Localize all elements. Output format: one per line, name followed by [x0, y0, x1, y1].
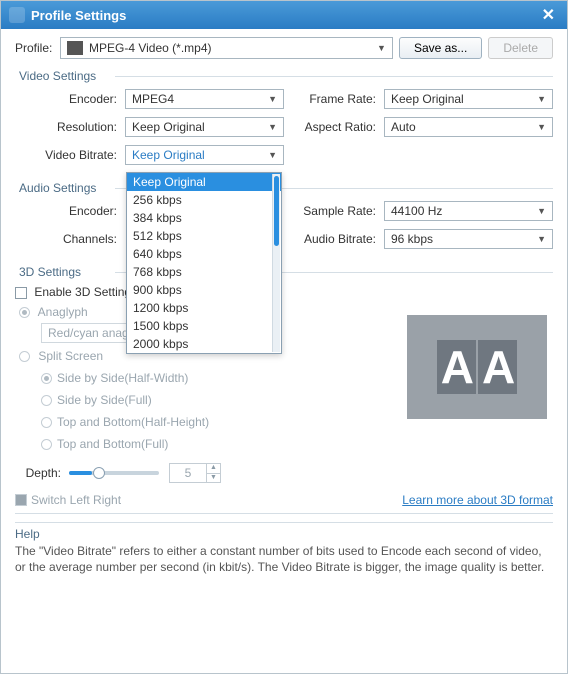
audio-encoder-label: Encoder: — [15, 204, 125, 218]
slider-thumb[interactable] — [93, 467, 105, 479]
depth-spinner: 5 ▲▼ — [169, 463, 221, 483]
chevron-down-icon: ▼ — [268, 150, 277, 160]
close-icon[interactable]: ✕ — [538, 5, 559, 25]
video-encoder-combo[interactable]: MPEG4▼ — [125, 89, 284, 109]
bitrate-option[interactable]: 900 kbps — [127, 281, 281, 299]
bitrate-option[interactable]: 1200 kbps — [127, 299, 281, 317]
bitrate-option[interactable]: 1500 kbps — [127, 317, 281, 335]
bitrate-option[interactable]: 2000 kbps — [127, 335, 281, 353]
video-bitrate-dropdown[interactable]: Keep Original256 kbps384 kbps512 kbps640… — [126, 172, 282, 354]
resolution-combo[interactable]: Keep Original▼ — [125, 117, 284, 137]
window-title: Profile Settings — [31, 8, 538, 23]
switch-lr-checkbox — [15, 494, 27, 506]
profile-label: Profile: — [15, 41, 60, 55]
app-icon — [9, 7, 25, 23]
enable-3d-label: Enable 3D Settings — [34, 285, 137, 299]
video-bitrate-label: Video Bitrate: — [15, 148, 125, 162]
spin-down: ▼ — [206, 473, 220, 482]
tb-full-radio — [41, 439, 52, 450]
chevron-down-icon: ▼ — [268, 122, 277, 132]
help-group: Help — [15, 527, 553, 541]
3d-settings-group: 3D Settings — [15, 265, 553, 279]
chevron-down-icon: ▼ — [537, 206, 546, 216]
spin-up: ▲ — [206, 464, 220, 473]
profile-combo[interactable]: MPEG-4 Video (*.mp4) ▼ — [60, 37, 393, 59]
enable-3d-checkbox[interactable] — [15, 287, 27, 299]
chevron-down-icon: ▼ — [537, 122, 546, 132]
sample-rate-label: Sample Rate: — [284, 204, 384, 218]
encoder-label: Encoder: — [15, 92, 125, 106]
bitrate-option[interactable]: Keep Original — [127, 173, 281, 191]
chevron-down-icon: ▼ — [377, 43, 386, 53]
chevron-down-icon: ▼ — [537, 94, 546, 104]
scrollbar-thumb[interactable] — [274, 176, 279, 246]
bitrate-option[interactable]: 768 kbps — [127, 263, 281, 281]
tb-half-radio — [41, 417, 52, 428]
dropdown-scrollbar[interactable] — [272, 174, 280, 352]
framerate-label: Frame Rate: — [284, 92, 384, 106]
3d-preview: AA — [407, 315, 547, 419]
video-settings-group: Video Settings — [15, 69, 553, 83]
help-text: The "Video Bitrate" refers to either a c… — [15, 543, 553, 575]
anaglyph-radio — [19, 307, 30, 318]
profile-value: MPEG-4 Video (*.mp4) — [89, 41, 377, 55]
bitrate-option[interactable]: 512 kbps — [127, 227, 281, 245]
split-screen-radio — [19, 351, 30, 362]
channels-label: Channels: — [15, 232, 125, 246]
audio-bitrate-label: Audio Bitrate: — [284, 232, 384, 246]
chevron-down-icon: ▼ — [537, 234, 546, 244]
learn-3d-link[interactable]: Learn more about 3D format — [402, 493, 553, 507]
sbs-half-radio — [41, 373, 52, 384]
save-as-button[interactable]: Save as... — [399, 37, 482, 59]
anaglyph-label: Anaglyph — [38, 305, 88, 319]
framerate-combo[interactable]: Keep Original▼ — [384, 89, 553, 109]
depth-slider[interactable] — [69, 471, 159, 475]
bitrate-option[interactable]: 256 kbps — [127, 191, 281, 209]
aspect-combo[interactable]: Auto▼ — [384, 117, 553, 137]
audio-settings-group: Audio Settings — [15, 181, 553, 195]
depth-label: Depth: — [15, 466, 69, 480]
aspect-label: Aspect Ratio: — [284, 120, 384, 134]
bitrate-option[interactable]: 384 kbps — [127, 209, 281, 227]
bitrate-option[interactable]: 640 kbps — [127, 245, 281, 263]
delete-button: Delete — [488, 37, 553, 59]
mpeg-icon — [67, 41, 83, 55]
sbs-full-radio — [41, 395, 52, 406]
split-screen-label: Split Screen — [38, 349, 103, 363]
video-bitrate-combo[interactable]: Keep Original▼ — [125, 145, 284, 165]
switch-lr-label: Switch Left Right — [31, 493, 402, 507]
resolution-label: Resolution: — [15, 120, 125, 134]
sample-rate-combo[interactable]: 44100 Hz▼ — [384, 201, 553, 221]
audio-bitrate-combo[interactable]: 96 kbps▼ — [384, 229, 553, 249]
chevron-down-icon: ▼ — [268, 94, 277, 104]
